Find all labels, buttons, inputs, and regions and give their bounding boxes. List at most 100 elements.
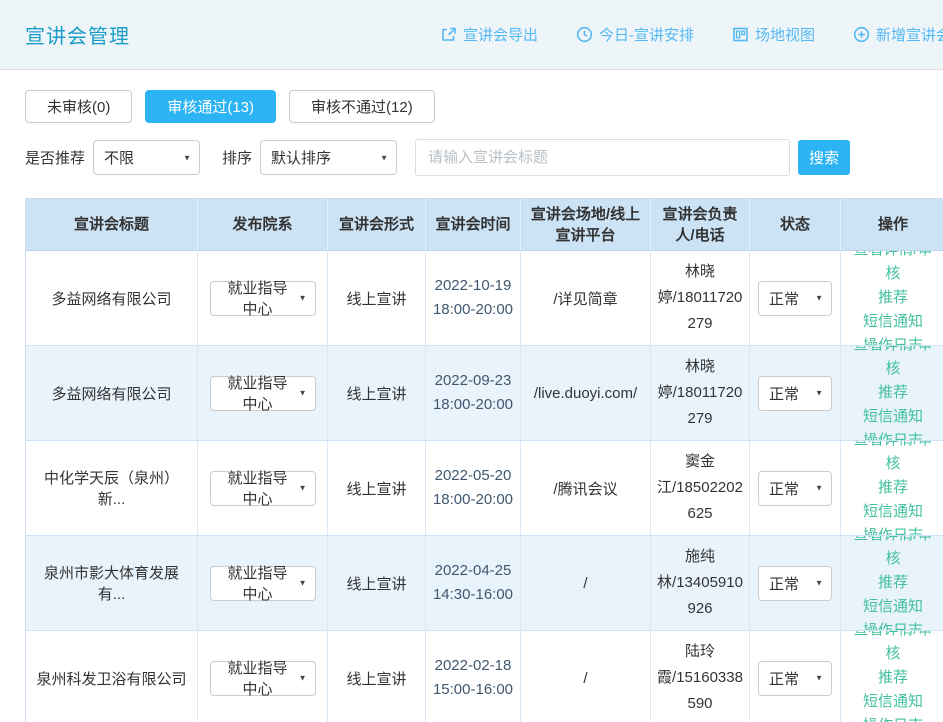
status-select-value: 正常 <box>769 288 799 309</box>
presentation-form: 线上宣讲 <box>346 288 406 309</box>
operation-log-link[interactable]: 操作日志 <box>863 334 923 346</box>
venue-view-link[interactable]: 场地视图 <box>732 24 815 45</box>
presentation-venue: /腾讯会议 <box>553 478 617 499</box>
header-link-label: 今日-宣讲安排 <box>599 24 694 45</box>
header-link-label: 宣讲会导出 <box>463 24 538 45</box>
operation-log-link[interactable]: 操作日志 <box>863 714 923 722</box>
table-row: 中化学天辰（泉州）新... 就业指导中心 线上宣讲 2022-05-20 18:… <box>26 441 943 536</box>
status-select[interactable]: 正常 <box>758 281 832 316</box>
department-select[interactable]: 就业指导中心 <box>210 376 316 411</box>
export-presentations-link[interactable]: 宣讲会导出 <box>440 24 538 45</box>
presentation-management-page: 宣讲会管理 宣讲会导出 今日-宣讲安排 场地视图 <box>0 0 943 722</box>
status-select[interactable]: 正常 <box>758 471 832 506</box>
presentation-time: 2022-04-25 14:30-16:00 <box>432 559 514 607</box>
filter-bar: 是否推荐 不限 排序 默认排序 搜索 <box>0 123 943 176</box>
status-select-value: 正常 <box>769 478 799 499</box>
recommend-link[interactable]: 推荐 <box>878 381 908 405</box>
status-select[interactable]: 正常 <box>758 661 832 696</box>
status-select-value: 正常 <box>769 383 799 404</box>
presentations-table: 宣讲会标题 发布院系 宣讲会形式 宣讲会时间 宣讲会场地/线上宣讲平台 宣讲会负… <box>25 198 943 722</box>
presentation-time: 2022-05-20 18:00-20:00 <box>432 464 514 512</box>
status-select-value: 正常 <box>769 668 799 689</box>
department-select-value: 就业指导中心 <box>221 277 295 319</box>
presentation-time: 2022-10-19 18:00-20:00 <box>432 274 514 322</box>
tab-unreviewed[interactable]: 未审核(0) <box>25 90 132 123</box>
recommend-link[interactable]: 推荐 <box>878 571 908 595</box>
recommend-link[interactable]: 推荐 <box>878 666 908 690</box>
today-schedule-link[interactable]: 今日-宣讲安排 <box>576 24 694 45</box>
sms-notify-link[interactable]: 短信通知 <box>863 500 923 524</box>
view-detail-review-link[interactable]: 查看详情/审核 <box>847 441 939 476</box>
table-body: 多益网络有限公司 就业指导中心 线上宣讲 2022-10-19 18:00-20… <box>26 251 943 722</box>
column-header-department: 发布院系 <box>198 199 328 251</box>
view-detail-review-link[interactable]: 查看详情/审核 <box>847 251 939 286</box>
view-detail-review-link[interactable]: 查看详情/审核 <box>847 346 939 381</box>
plus-circle-icon <box>853 26 870 43</box>
column-header-contact: 宣讲会负责人/电话 <box>651 199 750 251</box>
contact-person-phone: 陆玲霞/15160338590 <box>657 639 743 717</box>
department-select[interactable]: 就业指导中心 <box>210 566 316 601</box>
status-select[interactable]: 正常 <box>758 566 832 601</box>
recommend-link[interactable]: 推荐 <box>878 476 908 500</box>
department-select[interactable]: 就业指导中心 <box>210 471 316 506</box>
table-header: 宣讲会标题 发布院系 宣讲会形式 宣讲会时间 宣讲会场地/线上宣讲平台 宣讲会负… <box>26 199 943 251</box>
view-detail-review-link[interactable]: 查看详情/审核 <box>847 631 939 666</box>
table-row: 多益网络有限公司 就业指导中心 线上宣讲 2022-10-19 18:00-20… <box>26 251 943 346</box>
department-select[interactable]: 就业指导中心 <box>210 661 316 696</box>
header-link-label: 场地视图 <box>755 24 815 45</box>
department-select-value: 就业指导中心 <box>221 657 295 699</box>
status-select[interactable]: 正常 <box>758 376 832 411</box>
presentation-venue: / <box>583 670 587 687</box>
presentation-venue: /详见简章 <box>553 288 617 309</box>
operation-log-link[interactable]: 操作日志 <box>863 524 923 536</box>
presentation-title: 泉州市影大体育发展有... <box>32 562 191 604</box>
presentation-title: 多益网络有限公司 <box>51 383 171 404</box>
search-input[interactable] <box>415 139 790 176</box>
column-header-status: 状态 <box>750 199 841 251</box>
sort-select[interactable]: 默认排序 <box>260 140 397 175</box>
presentation-form: 线上宣讲 <box>346 668 406 689</box>
sms-notify-link[interactable]: 短信通知 <box>863 690 923 714</box>
department-select[interactable]: 就业指导中心 <box>210 281 316 316</box>
tab-approved[interactable]: 审核通过(13) <box>145 90 276 123</box>
presentation-venue: / <box>583 575 587 592</box>
presentation-title: 泉州科发卫浴有限公司 <box>36 668 186 689</box>
view-detail-review-link[interactable]: 查看详情/审核 <box>847 536 939 571</box>
presentation-time: 2022-09-23 18:00-20:00 <box>432 369 514 417</box>
operation-log-link[interactable]: 操作日志 <box>863 619 923 631</box>
presentation-form: 线上宣讲 <box>346 383 406 404</box>
column-header-venue: 宣讲会场地/线上宣讲平台 <box>521 199 651 251</box>
venue-view-icon <box>732 26 749 43</box>
review-status-tabs: 未审核(0) 审核通过(13) 审核不通过(12) <box>0 70 943 123</box>
add-presentation-link[interactable]: 新增宣讲会 <box>853 24 943 45</box>
column-header-title: 宣讲会标题 <box>26 199 198 251</box>
search-button[interactable]: 搜索 <box>798 140 850 175</box>
sort-select-value: 默认排序 <box>271 147 331 168</box>
recommend-link[interactable]: 推荐 <box>878 286 908 310</box>
operation-log-link[interactable]: 操作日志 <box>863 429 923 441</box>
contact-person-phone: 窦金江/18502202625 <box>657 449 743 527</box>
recommend-filter-label: 是否推荐 <box>25 147 85 168</box>
contact-person-phone: 林晓婷/18011720279 <box>657 259 743 337</box>
presentation-title: 多益网络有限公司 <box>51 288 171 309</box>
contact-person-phone: 施纯林/13405910926 <box>657 544 743 622</box>
header-actions: 宣讲会导出 今日-宣讲安排 场地视图 新增宣讲会 <box>440 24 943 45</box>
sms-notify-link[interactable]: 短信通知 <box>863 595 923 619</box>
table-row: 多益网络有限公司 就业指导中心 线上宣讲 2022-09-23 18:00-20… <box>26 346 943 441</box>
department-select-value: 就业指导中心 <box>221 372 295 414</box>
tab-rejected[interactable]: 审核不通过(12) <box>289 90 435 123</box>
department-select-value: 就业指导中心 <box>221 467 295 509</box>
clock-icon <box>576 26 593 43</box>
presentation-venue: /live.duoyi.com/ <box>534 385 637 402</box>
column-header-form: 宣讲会形式 <box>328 199 426 251</box>
presentation-title: 中化学天辰（泉州）新... <box>32 467 191 509</box>
column-header-actions: 操作 <box>841 199 943 251</box>
presentation-form: 线上宣讲 <box>346 573 406 594</box>
contact-person-phone: 林晓婷/18011720279 <box>657 354 743 432</box>
sms-notify-link[interactable]: 短信通知 <box>863 405 923 429</box>
recommend-select-value: 不限 <box>104 147 134 168</box>
sort-filter-label: 排序 <box>222 147 252 168</box>
sms-notify-link[interactable]: 短信通知 <box>863 310 923 334</box>
recommend-select[interactable]: 不限 <box>93 140 200 175</box>
export-icon <box>440 26 457 43</box>
